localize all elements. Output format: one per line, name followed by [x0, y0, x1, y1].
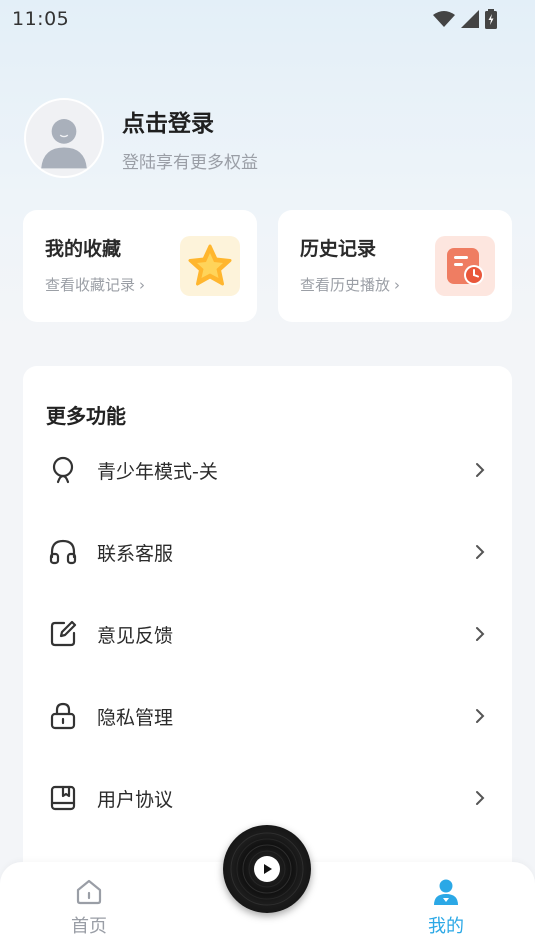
signal-icon [461, 10, 479, 28]
home-icon [76, 879, 102, 905]
star-icon [188, 244, 232, 286]
book-icon [48, 783, 78, 813]
chevron-right-icon: › [394, 276, 401, 294]
wifi-icon [433, 11, 455, 27]
status-bar: 11:05 [0, 0, 535, 38]
menu-item-youth-mode[interactable]: 青少年模式-关 [23, 440, 512, 500]
lock-icon [48, 701, 78, 731]
user-icon [434, 879, 458, 905]
history-card[interactable]: 历史记录 查看历史播放 › [278, 210, 512, 322]
nav-mine-label: 我的 [428, 916, 464, 937]
nav-mine[interactable]: 我的 [406, 878, 486, 938]
history-clock-icon [447, 248, 484, 285]
chevron-right-icon [474, 461, 486, 479]
music-player-button[interactable] [223, 825, 311, 913]
login-subtitle: 登陆享有更多权益 [122, 152, 258, 173]
avatar[interactable] [24, 98, 104, 178]
chevron-right-icon [474, 625, 486, 643]
chevron-right-icon [474, 789, 486, 807]
profile-login[interactable]: 点击登录 登陆享有更多权益 [24, 98, 258, 178]
status-icons [433, 9, 497, 29]
menu-label-feedback: 意见反馈 [97, 624, 174, 647]
history-subtitle: 查看历史播放 › [300, 276, 401, 294]
menu-item-user-agreement[interactable]: 用户协议 [23, 768, 512, 828]
nav-home[interactable]: 首页 [49, 878, 129, 938]
menu-item-feedback[interactable]: 意见反馈 [23, 604, 512, 664]
menu-item-privacy[interactable]: 隐私管理 [23, 686, 512, 746]
nav-home-label: 首页 [71, 916, 107, 937]
login-title[interactable]: 点击登录 [122, 104, 258, 138]
edit-icon [48, 619, 78, 649]
history-icon [435, 236, 495, 296]
chevron-right-icon [474, 543, 486, 561]
menu-label-privacy: 隐私管理 [97, 706, 174, 729]
youth-mode-icon [48, 455, 78, 485]
chevron-right-icon [474, 707, 486, 725]
menu-label-youth-mode: 青少年模式-关 [97, 460, 218, 483]
battery-icon [485, 9, 497, 29]
favorites-card[interactable]: 我的收藏 查看收藏记录 › [23, 210, 257, 322]
vinyl-record-icon [230, 832, 304, 906]
menu-item-customer-service[interactable]: 联系客服 [23, 522, 512, 582]
default-avatar-icon [26, 100, 102, 176]
more-features-title: 更多功能 [46, 404, 126, 428]
headphones-icon [48, 537, 78, 567]
menu-label-user-agreement: 用户协议 [97, 788, 174, 811]
menu-label-customer-service: 联系客服 [97, 542, 174, 565]
status-time: 11:05 [12, 8, 70, 30]
chevron-right-icon: › [139, 276, 146, 294]
history-title: 历史记录 [300, 238, 377, 260]
favorites-title: 我的收藏 [45, 238, 122, 260]
favorites-icon [180, 236, 240, 296]
favorites-subtitle: 查看收藏记录 › [45, 276, 146, 294]
